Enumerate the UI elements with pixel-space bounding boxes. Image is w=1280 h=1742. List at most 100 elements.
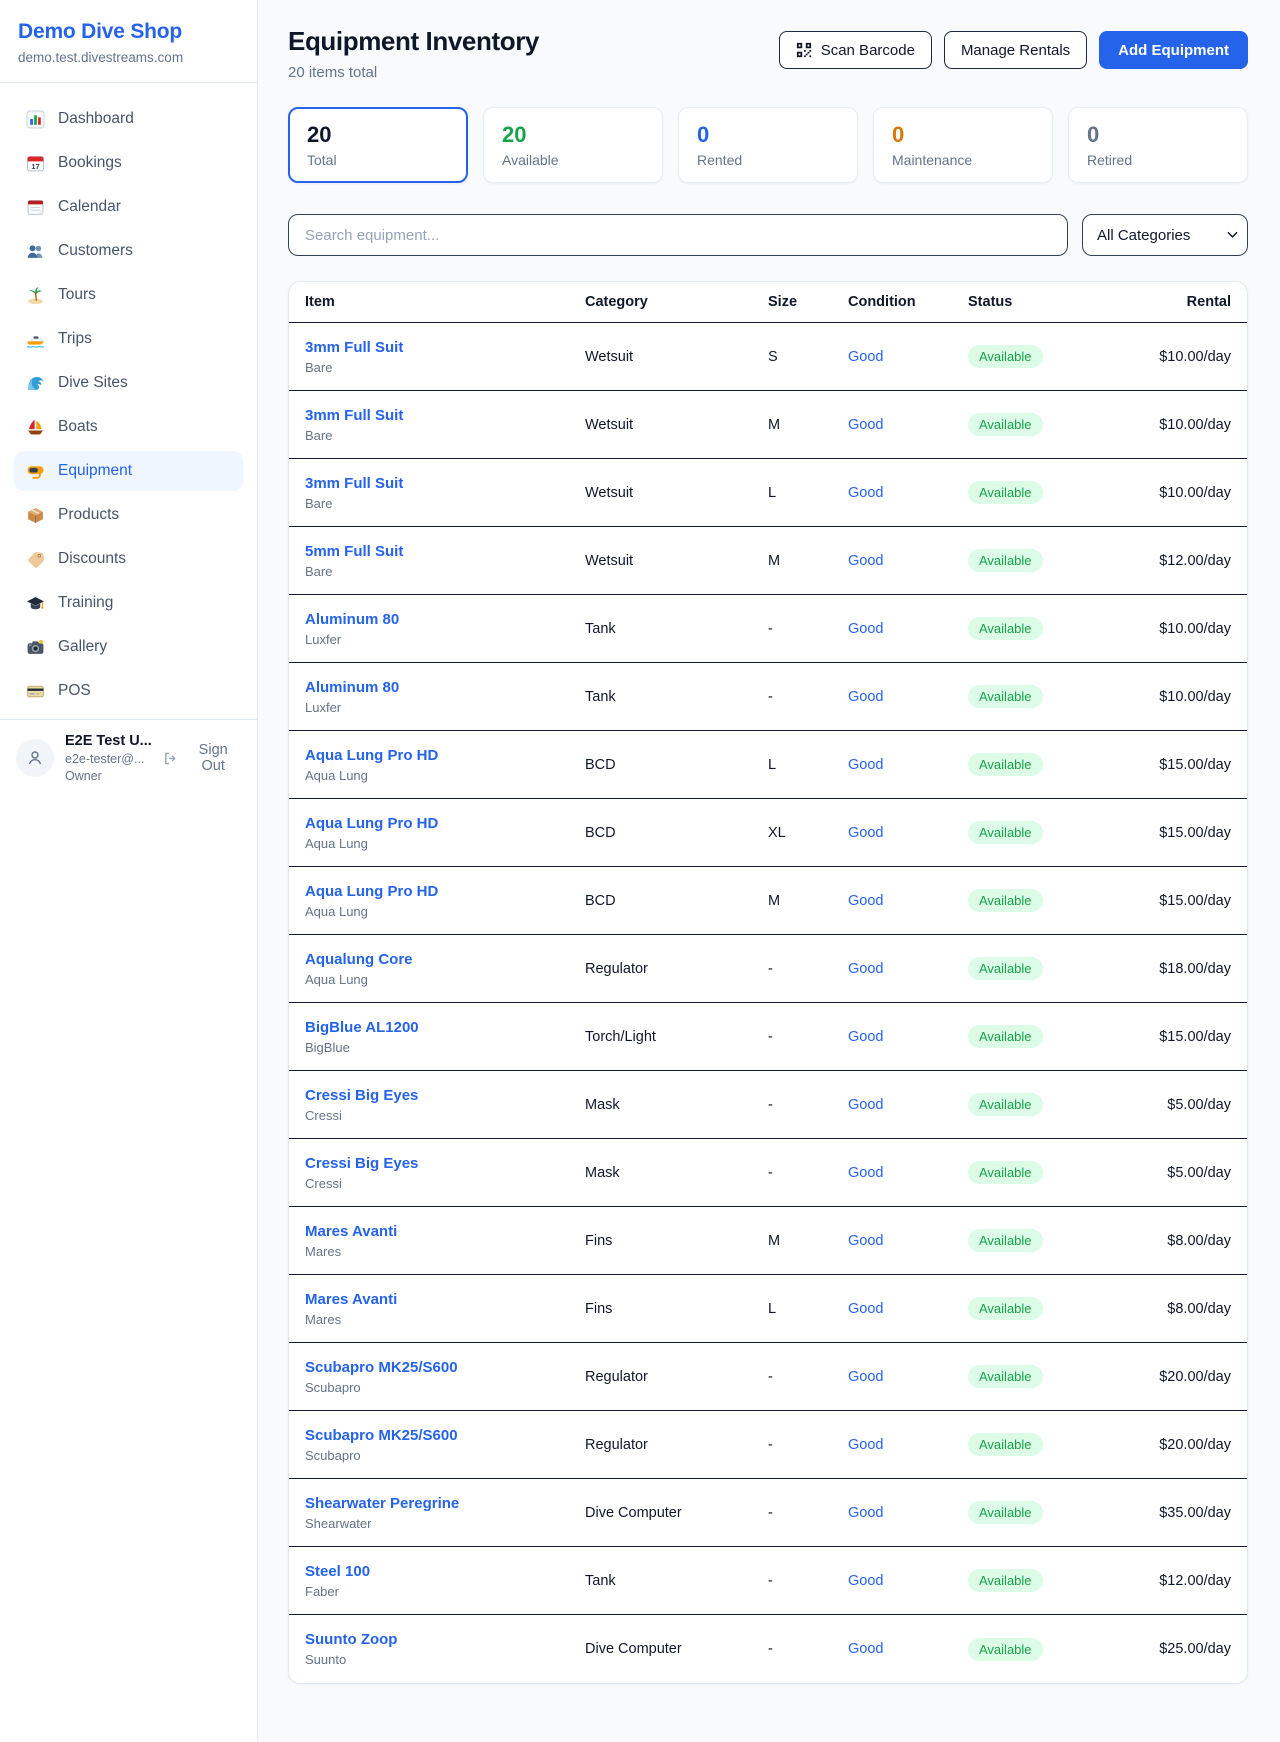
- item-name-link[interactable]: Scubapro MK25/S600: [305, 1359, 569, 1376]
- item-name-link[interactable]: 5mm Full Suit: [305, 543, 569, 560]
- calendar-icon: [26, 198, 45, 217]
- item-brand: Bare: [305, 428, 569, 443]
- status-badge: Available: [968, 1229, 1043, 1252]
- item-brand: Aqua Lung: [305, 768, 569, 783]
- sign-out-label: Sign Out: [185, 742, 241, 774]
- sidebar-item-label: POS: [58, 682, 91, 700]
- condition-link[interactable]: Good: [848, 961, 883, 977]
- search-input[interactable]: [288, 214, 1068, 256]
- sidebar-item-boats[interactable]: Boats: [14, 407, 243, 447]
- sidebar-item-customers[interactable]: Customers: [14, 231, 243, 271]
- cell-size: L: [752, 757, 832, 773]
- condition-link[interactable]: Good: [848, 757, 883, 773]
- manage-rentals-button[interactable]: Manage Rentals: [944, 31, 1087, 69]
- condition-link[interactable]: Good: [848, 349, 883, 365]
- table-row: Scubapro MK25/S600 Scubapro Regulator - …: [289, 1343, 1247, 1411]
- condition-link[interactable]: Good: [848, 1165, 883, 1181]
- item-name-link[interactable]: Aqualung Core: [305, 951, 569, 968]
- sidebar-item-calendar[interactable]: Calendar: [14, 187, 243, 227]
- condition-link[interactable]: Good: [848, 1505, 883, 1521]
- sidebar-item-dashboard[interactable]: Dashboard: [14, 99, 243, 139]
- sidebar-item-gallery[interactable]: Gallery: [14, 627, 243, 667]
- sidebar-item-discounts[interactable]: Discounts: [14, 539, 243, 579]
- item-name-link[interactable]: Mares Avanti: [305, 1223, 569, 1240]
- stat-card-rented[interactable]: 0 Rented: [678, 107, 858, 183]
- shop-domain: demo.test.divestreams.com: [18, 50, 239, 65]
- condition-link[interactable]: Good: [848, 1029, 883, 1045]
- table-row: Aqualung Core Aqua Lung Regulator - Good…: [289, 935, 1247, 1003]
- stat-card-total[interactable]: 20 Total: [288, 107, 468, 183]
- sidebar-item-products[interactable]: Products: [14, 495, 243, 535]
- item-brand: Shearwater: [305, 1516, 569, 1531]
- item-name-link[interactable]: Scubapro MK25/S600: [305, 1427, 569, 1444]
- stat-card-retired[interactable]: 0 Retired: [1068, 107, 1248, 183]
- condition-link[interactable]: Good: [848, 1573, 883, 1589]
- sidebar-item-pos[interactable]: POS: [14, 671, 243, 711]
- stat-label: Available: [502, 152, 644, 168]
- condition-link[interactable]: Good: [848, 417, 883, 433]
- cell-size: L: [752, 1301, 832, 1317]
- sidebar-item-dive-sites[interactable]: Dive Sites: [14, 363, 243, 403]
- filter-row: All Categories: [288, 214, 1248, 256]
- item-name-link[interactable]: Aqua Lung Pro HD: [305, 815, 569, 832]
- item-name-link[interactable]: Cressi Big Eyes: [305, 1087, 569, 1104]
- item-name-link[interactable]: 3mm Full Suit: [305, 475, 569, 492]
- condition-link[interactable]: Good: [848, 893, 883, 909]
- sidebar-item-trips[interactable]: Trips: [14, 319, 243, 359]
- item-name-link[interactable]: Aqua Lung Pro HD: [305, 883, 569, 900]
- sidebar-item-equipment[interactable]: Equipment: [14, 451, 243, 491]
- item-name-link[interactable]: Suunto Zoop: [305, 1631, 569, 1648]
- category-select[interactable]: All Categories: [1082, 214, 1248, 256]
- item-name-link[interactable]: 3mm Full Suit: [305, 339, 569, 356]
- condition-link[interactable]: Good: [848, 1369, 883, 1385]
- item-brand: Mares: [305, 1312, 569, 1327]
- stats-row: 20 Total 20 Available 0 Rented 0 Mainten…: [288, 107, 1248, 183]
- avatar: [16, 739, 54, 777]
- table-row: Aluminum 80 Luxfer Tank - Good Available…: [289, 595, 1247, 663]
- condition-link[interactable]: Good: [848, 553, 883, 569]
- cell-size: M: [752, 553, 832, 569]
- sidebar-item-training[interactable]: Training: [14, 583, 243, 623]
- item-name-link[interactable]: Steel 100: [305, 1563, 569, 1580]
- condition-link[interactable]: Good: [848, 1097, 883, 1113]
- item-brand: Cressi: [305, 1108, 569, 1123]
- table-row: Shearwater Peregrine Shearwater Dive Com…: [289, 1479, 1247, 1547]
- item-name-link[interactable]: 3mm Full Suit: [305, 407, 569, 424]
- condition-link[interactable]: Good: [848, 1301, 883, 1317]
- condition-link[interactable]: Good: [848, 621, 883, 637]
- item-name-link[interactable]: Cressi Big Eyes: [305, 1155, 569, 1172]
- item-name-link[interactable]: Mares Avanti: [305, 1291, 569, 1308]
- sidebar-item-bookings[interactable]: 17 Bookings: [14, 143, 243, 183]
- stat-value: 20: [307, 122, 449, 148]
- item-name-link[interactable]: Aluminum 80: [305, 611, 569, 628]
- status-badge: Available: [968, 889, 1043, 912]
- item-name-link[interactable]: BigBlue AL1200: [305, 1019, 569, 1036]
- scan-barcode-button[interactable]: Scan Barcode: [779, 31, 932, 69]
- cell-rental: $10.00/day: [1132, 621, 1247, 637]
- item-name-link[interactable]: Shearwater Peregrine: [305, 1495, 569, 1512]
- item-name-link[interactable]: Aluminum 80: [305, 679, 569, 696]
- shop-name-link[interactable]: Demo Dive Shop: [18, 20, 239, 44]
- condition-link[interactable]: Good: [848, 689, 883, 705]
- item-brand: Luxfer: [305, 700, 569, 715]
- condition-link[interactable]: Good: [848, 1641, 883, 1657]
- table-row: BigBlue AL1200 BigBlue Torch/Light - Goo…: [289, 1003, 1247, 1071]
- status-badge: Available: [968, 1501, 1043, 1524]
- condition-link[interactable]: Good: [848, 485, 883, 501]
- sailboat-icon: [26, 418, 45, 437]
- cell-rental: $5.00/day: [1132, 1097, 1247, 1113]
- condition-link[interactable]: Good: [848, 1233, 883, 1249]
- speedboat-icon: [26, 330, 45, 349]
- cell-category: Fins: [569, 1233, 752, 1249]
- condition-link[interactable]: Good: [848, 825, 883, 841]
- cell-size: -: [752, 621, 832, 637]
- cell-size: L: [752, 485, 832, 501]
- sign-out-button[interactable]: Sign Out: [162, 742, 241, 774]
- stat-card-available[interactable]: 20 Available: [483, 107, 663, 183]
- condition-link[interactable]: Good: [848, 1437, 883, 1453]
- item-brand: Cressi: [305, 1176, 569, 1191]
- sidebar-item-tours[interactable]: Tours: [14, 275, 243, 315]
- stat-card-maintenance[interactable]: 0 Maintenance: [873, 107, 1053, 183]
- add-equipment-button[interactable]: Add Equipment: [1099, 31, 1248, 69]
- item-name-link[interactable]: Aqua Lung Pro HD: [305, 747, 569, 764]
